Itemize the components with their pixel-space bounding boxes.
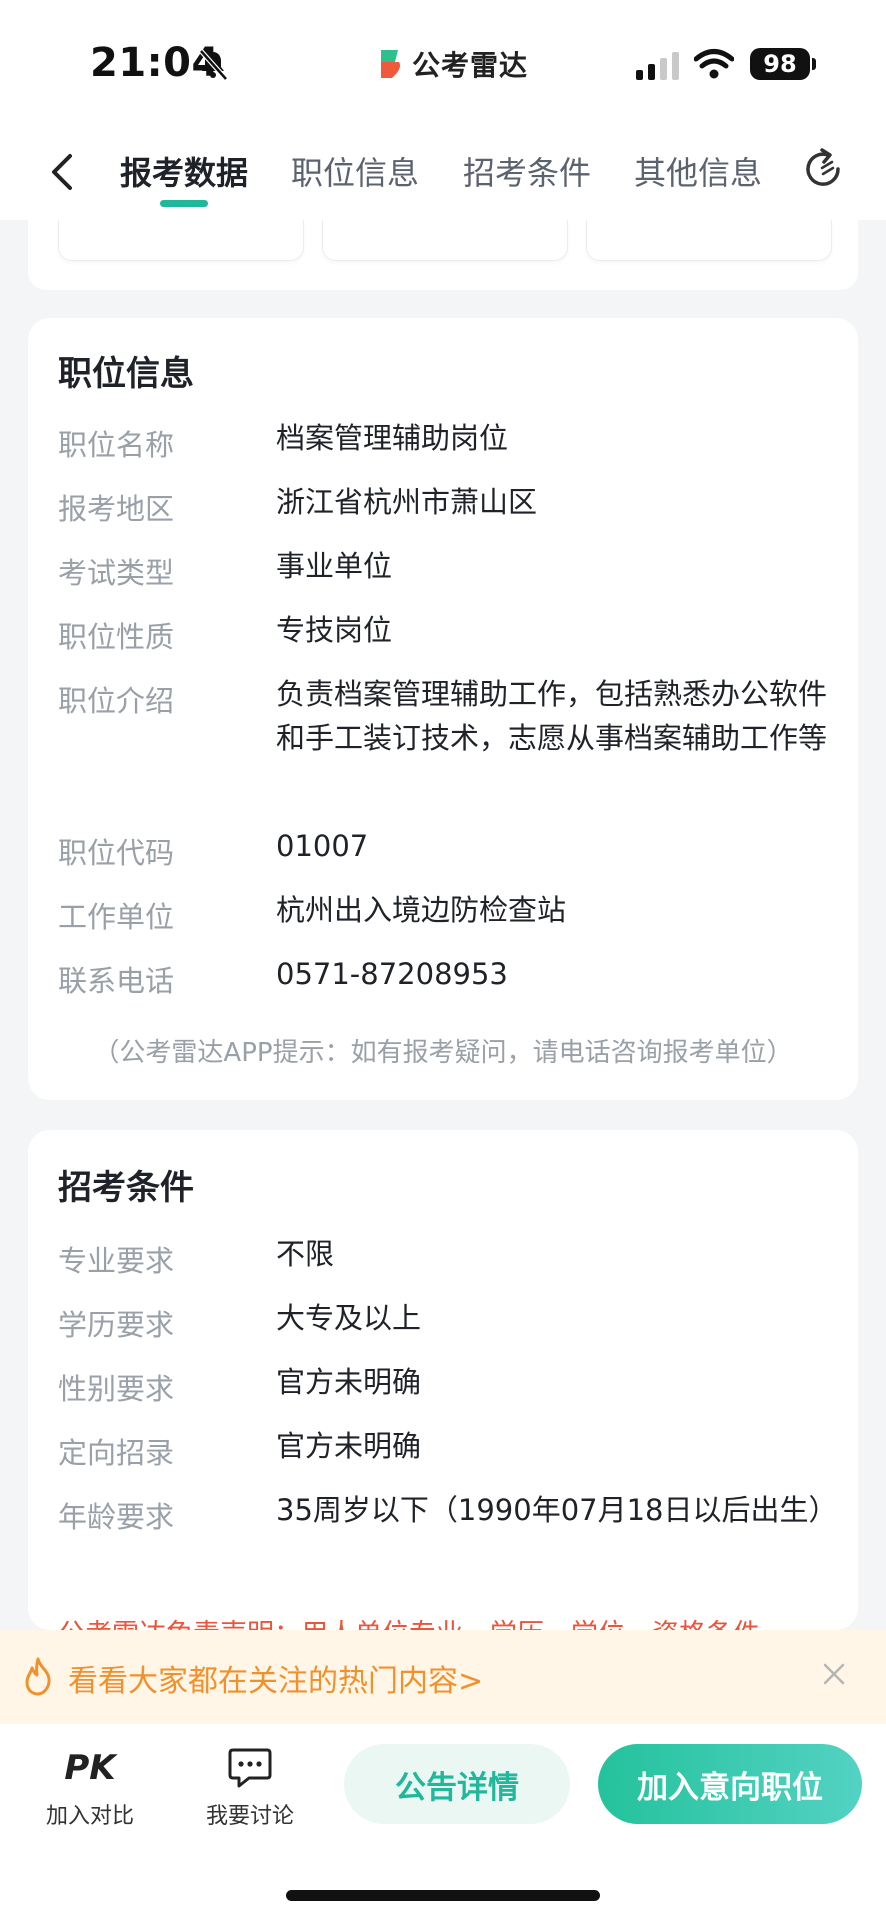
row-value: 01007 [276, 829, 369, 863]
back-arrow-icon[interactable] [44, 150, 80, 194]
row-value: 事业单位 [276, 549, 393, 583]
stat-card [58, 220, 304, 261]
row-value: 专技岗位 [276, 613, 393, 647]
wifi-icon [694, 49, 734, 79]
tab-other-info[interactable]: 其他信息 [634, 148, 762, 194]
row-value: 不限 [276, 1237, 335, 1271]
row-value: 档案管理辅助岗位 [276, 421, 509, 455]
row-label: 职位名称 [58, 428, 175, 462]
tab-position-info[interactable]: 职位信息 [291, 148, 419, 194]
compare-button[interactable]: PK 加入对比 [30, 1746, 150, 1830]
active-tab-indicator [160, 200, 208, 207]
row-label: 职位代码 [58, 836, 175, 870]
row-value: 负责档案管理辅助工作，包括熟悉办公软件和手工装订技术，志愿从事档案辅助工作等 [276, 677, 828, 755]
app-logo: 公考雷达 [378, 44, 528, 84]
row-label: 联系电话 [58, 964, 175, 998]
conditions-title: 招考条件 [58, 1168, 194, 1208]
pk-icon: PK [64, 1748, 116, 1788]
row-label: 考试类型 [58, 556, 175, 590]
stat-card [586, 220, 832, 261]
row-value: 官方未明确 [276, 1429, 422, 1463]
row-label: 性别要求 [58, 1372, 175, 1406]
row-label: 工作单位 [58, 900, 175, 934]
conditions-card: 招考条件 专业要求 不限 学历要求 大专及以上 性别要求 官方未明确 定向招录 … [28, 1130, 858, 1630]
row-label: 定向招录 [58, 1436, 175, 1470]
logo-mark-icon [381, 50, 401, 78]
contact-hint: （公考雷达APP提示：如有报考疑问，请电话咨询报考单位） [93, 1038, 793, 1068]
tab-apply-data[interactable]: 报考数据 [120, 148, 248, 194]
row-value: 官方未明确 [276, 1365, 422, 1399]
row-value: 大专及以上 [276, 1301, 422, 1335]
status-bar: 21:04 公考雷达 98 [0, 0, 886, 130]
chat-bubble-icon [228, 1748, 272, 1788]
notice-detail-button[interactable]: 公告详情 [344, 1744, 570, 1824]
row-value: 35周岁以下（1990年07月18日以后出生） [276, 1493, 838, 1527]
cellular-signal-icon [636, 52, 679, 80]
row-value: 浙江省杭州市萧山区 [276, 485, 538, 519]
stat-card [322, 220, 568, 261]
battery-indicator: 98 [750, 48, 810, 80]
row-label: 专业要求 [58, 1244, 175, 1278]
hot-content-link[interactable]: 看看大家都在关注的热门内容> [68, 1656, 483, 1700]
row-label: 职位性质 [58, 620, 175, 654]
discuss-button[interactable]: 我要讨论 [190, 1746, 310, 1830]
compare-label: 加入对比 [45, 1804, 134, 1829]
fire-icon [25, 1657, 51, 1696]
position-info-card: 职位信息 职位名称 档案管理辅助岗位 报考地区 浙江省杭州市萧山区 考试类型 事… [28, 318, 858, 1100]
battery-tip [812, 58, 816, 70]
hot-content-banner[interactable]: 看看大家都在关注的热门内容> [0, 1630, 886, 1724]
row-label: 学历要求 [58, 1308, 175, 1342]
position-info-title: 职位信息 [58, 354, 194, 394]
refresh-icon[interactable] [800, 146, 846, 192]
row-label: 报考地区 [58, 492, 175, 526]
phone-value[interactable]: 0571-87208953 [276, 952, 846, 996]
add-intended-position-button[interactable]: 加入意向职位 [598, 1744, 862, 1824]
close-icon[interactable] [820, 1660, 848, 1688]
app-name: 公考雷达 [412, 49, 529, 82]
bell-muted-icon [199, 49, 228, 81]
row-label: 年龄要求 [58, 1500, 175, 1534]
tab-conditions[interactable]: 招考条件 [463, 148, 591, 194]
row-label: 职位介绍 [58, 684, 175, 718]
tab-navigation: 报考数据 职位信息 招考条件 其他信息 [0, 130, 886, 220]
discuss-label: 我要讨论 [205, 1804, 294, 1829]
row-value: 杭州出入境边防检查站 [276, 893, 567, 927]
home-indicator [286, 1890, 600, 1901]
